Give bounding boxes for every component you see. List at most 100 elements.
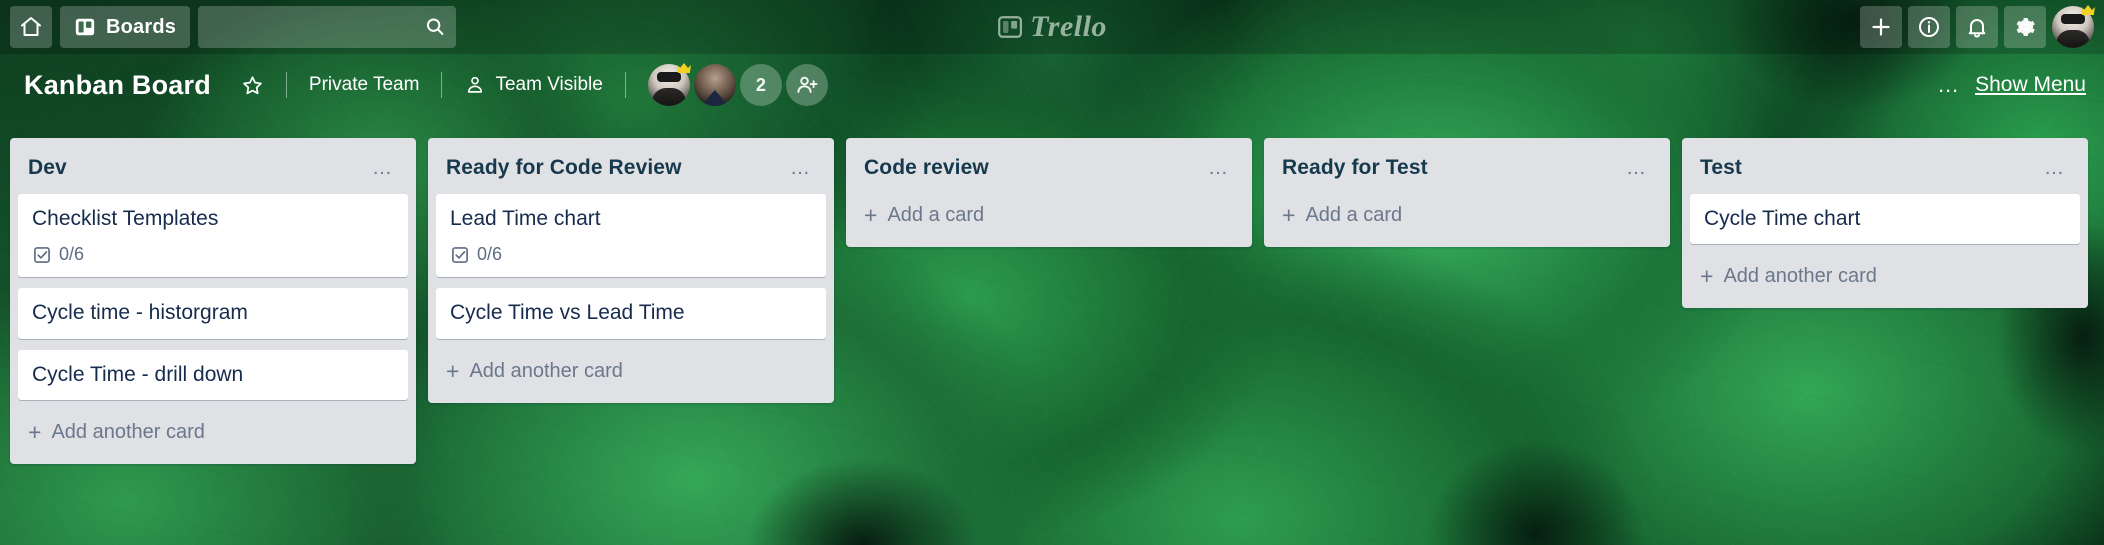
boards-button[interactable]: Boards [60,6,191,48]
add-card-label: Add another card [469,359,623,382]
add-card-button[interactable]: + Add a card [1272,194,1662,243]
add-card-button[interactable]: + Add another card [18,411,408,460]
search-box[interactable] [198,6,457,48]
card[interactable]: Cycle time - historgram [18,288,408,339]
gear-icon [2013,15,2037,39]
plus-icon [1869,15,1893,39]
plus-icon: + [28,418,42,445]
list-title[interactable]: Ready for Test [1282,156,1428,180]
plus-icon: + [446,357,460,384]
boards-button-label: Boards [106,15,177,38]
card[interactable]: Checklist Templates 0/6 [18,194,408,278]
star-board-button[interactable] [229,66,276,104]
list-header: Code review … [854,146,1244,194]
board-icon [74,16,96,38]
checklist-badge: 0/6 [450,244,502,265]
checklist-badge: 0/6 [32,244,84,265]
card-title: Lead Time chart [450,207,601,230]
list-menu-button[interactable]: … [786,158,816,178]
header-divider-2 [441,72,443,98]
user-avatar[interactable] [2052,3,2096,48]
show-menu-button[interactable]: Show Menu [1975,73,2086,97]
bell-icon [1965,15,1989,39]
settings-button[interactable] [2004,6,2046,48]
team-name-button[interactable]: Private Team [297,66,432,104]
visibility-label: Team Visible [495,74,603,95]
card-badges: 0/6 [32,244,396,265]
add-card-button[interactable]: + Add another card [1690,255,2080,304]
search-icon [424,16,446,38]
trello-logo-icon [997,14,1023,40]
notifications-button[interactable] [1956,6,1998,48]
list-header: Ready for Test … [1272,146,1662,194]
board-menu-dots[interactable]: … [1937,74,1961,96]
header-divider-3 [624,72,626,98]
add-member-button[interactable] [785,64,828,106]
card-title: Cycle Time vs Lead Time [450,301,685,325]
add-card-button[interactable]: + Add a card [854,194,1244,243]
card-title: Cycle Time chart [1704,207,1861,230]
add-card-label: Add another card [1723,265,1877,288]
list-menu-button[interactable]: … [1204,158,1234,178]
list: Dev … Checklist Templates 0/6 Cycle time - h… [10,138,416,464]
list-title[interactable]: Ready for Code Review [446,156,682,180]
board-canvas: Dev … Checklist Templates 0/6 Cycle time - h… [0,118,2104,545]
card-title: Checklist Templates [32,207,219,230]
visibility-button[interactable]: Team Visible [452,66,614,104]
list-title[interactable]: Dev [28,156,67,180]
list-menu-button[interactable]: … [368,158,398,178]
card-title: Cycle Time - drill down [32,362,244,386]
board-header: Kanban Board Private Team Team Visible 2… [0,54,2104,116]
checklist-icon [450,245,470,265]
card[interactable]: Lead Time chart 0/6 [436,194,826,278]
header-divider-1 [285,72,287,98]
add-card-label: Add a card [1305,204,1403,226]
card[interactable]: Cycle Time - drill down [18,349,408,400]
crown-icon [2080,3,2096,17]
list-title[interactable]: Code review [864,156,989,180]
member-avatar-2[interactable] [693,64,736,106]
member-overflow-count[interactable]: 2 [739,64,782,106]
trello-brand-text: Trello [1030,10,1107,43]
checklist-badge-text: 0/6 [59,244,85,265]
team-visible-icon [464,74,486,96]
plus-icon: + [1700,263,1714,290]
add-card-label: Add another card [51,420,205,443]
card[interactable]: Cycle Time chart [1690,194,2080,245]
board-menu-area: … Show Menu [1937,73,2086,97]
list-header: Dev … [18,146,408,194]
add-card-button[interactable]: + Add another card [436,350,826,399]
list: Test … Cycle Time chart + Add another card [1682,138,2088,309]
trello-brand: Trello [997,10,1107,44]
crown-icon [676,61,692,75]
card-title: Cycle time - historgram [32,301,248,325]
list: Code review … + Add a card [846,138,1252,247]
info-button[interactable] [1908,6,1950,48]
board-members: 2 [647,61,828,106]
plus-icon: + [1282,202,1296,228]
list-title[interactable]: Test [1700,156,1742,180]
trello-board-app: Boards Trello Kanban Board Private Team … [0,0,2104,545]
add-member-icon [795,73,819,97]
card-badges: 0/6 [450,244,814,265]
list-menu-button[interactable]: … [1622,158,1652,178]
board-title[interactable]: Kanban Board [24,70,211,101]
add-button[interactable] [1860,6,1902,48]
search-input[interactable] [198,6,457,48]
star-outline-icon [241,74,264,97]
checklist-badge-text: 0/6 [477,244,503,265]
topbar-actions [1860,3,2096,48]
top-navigation-bar: Boards Trello [0,0,2104,54]
checklist-icon [32,245,52,265]
home-button[interactable] [10,6,52,48]
member-avatar-1[interactable] [647,61,692,106]
team-name-label: Private Team [308,74,420,95]
list-header: Test … [1690,146,2080,194]
member-avatar-2-image [693,64,736,106]
list: Ready for Code Review … Lead Time chart 0/6… [428,138,834,403]
info-circle-icon [1917,15,1941,39]
list-menu-button[interactable]: … [2040,158,2070,178]
list: Ready for Test … + Add a card [1264,138,1670,247]
list-header: Ready for Code Review … [436,146,826,194]
card[interactable]: Cycle Time vs Lead Time [436,288,826,339]
